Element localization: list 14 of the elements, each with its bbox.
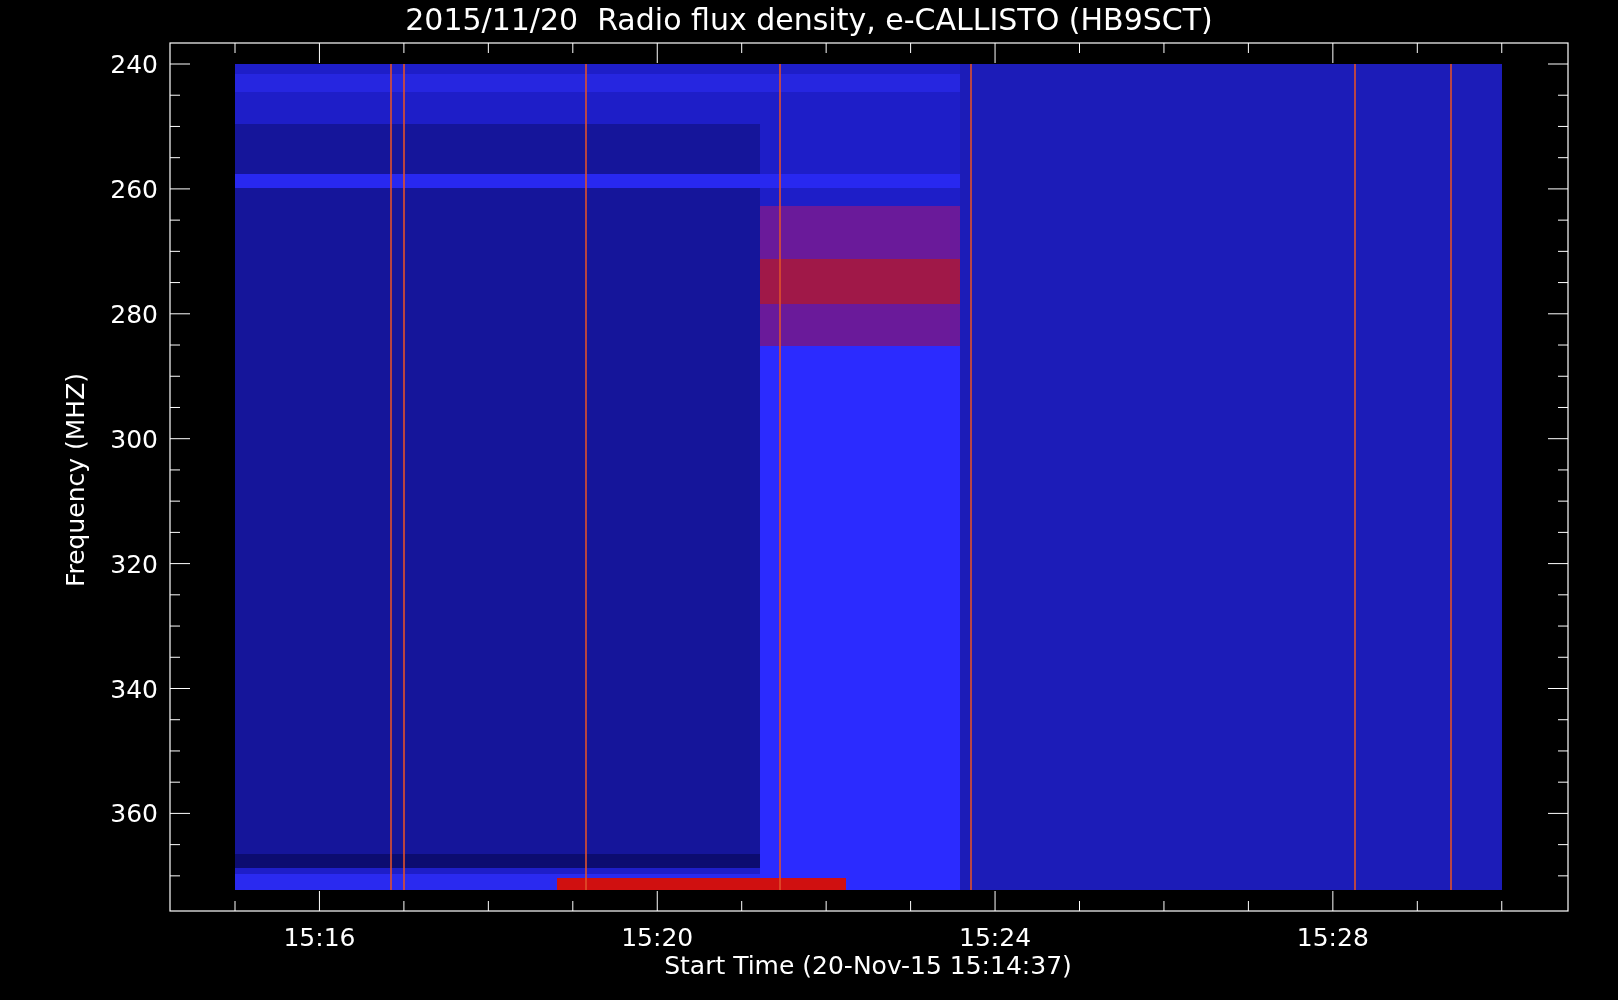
y-tick-label: 260 [110, 174, 158, 204]
y-tick-label: 300 [110, 424, 158, 454]
x-axis-label: Start Time (20-Nov-15 15:14:37) [664, 951, 1072, 980]
chart-title: 2015/11/20 Radio flux density, e-CALLISTO (HB9SCT) [405, 2, 1213, 37]
y-tick-label: 240 [110, 50, 158, 79]
y-tick-label: 360 [110, 799, 158, 829]
x-tick-label: 15:28 [1296, 923, 1369, 952]
x-tick-label: 15:16 [283, 923, 356, 952]
x-tick-label: 15:24 [959, 923, 1032, 952]
x-tick-label: 15:20 [621, 923, 694, 952]
y-axis-label: Frequency (MHZ) [61, 372, 90, 588]
y-tick-label: 320 [110, 549, 158, 579]
y-tick-label: 340 [110, 674, 158, 704]
y-tick-label: 280 [110, 299, 158, 329]
